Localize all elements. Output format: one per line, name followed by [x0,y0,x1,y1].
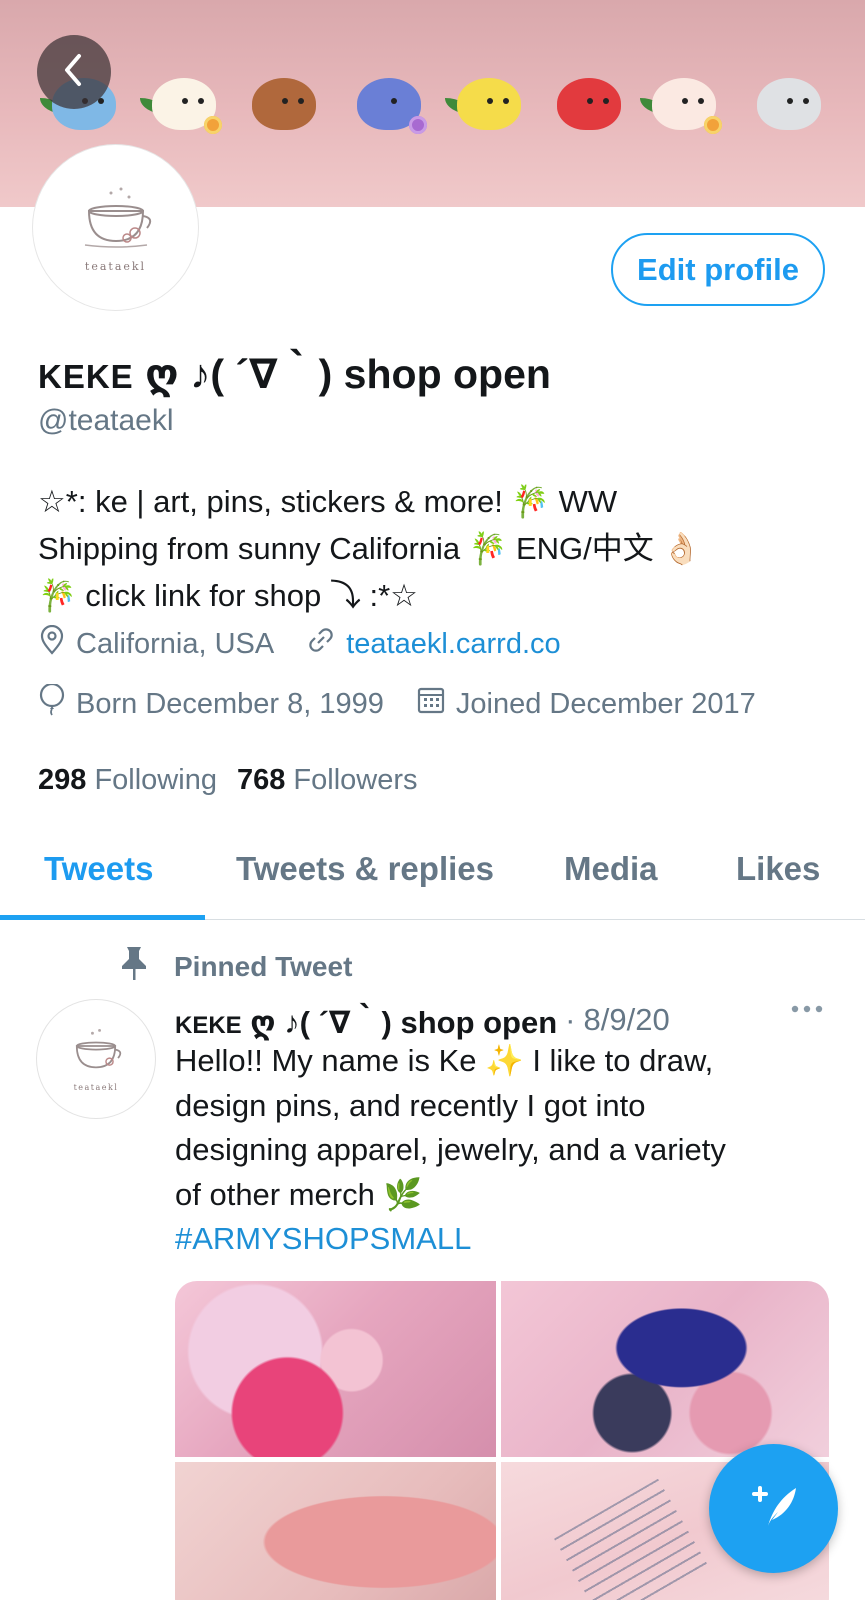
link-icon [306,625,346,663]
following-count: 298 [38,764,87,796]
tweet-line: Hello!! My name is Ke ✨ I like to draw, [175,1043,714,1078]
followers-label: Followers [293,764,418,796]
following-label: Following [94,764,217,796]
tweet-line: designing apparel, jewelry, and a variet… [175,1132,726,1167]
calendar-icon [416,685,456,723]
location-text: California, USA [76,627,275,660]
tweet-line: of other merch 🌿 [175,1176,423,1212]
location-pin-icon [38,624,76,663]
edit-profile-button[interactable]: Edit profile [611,233,825,306]
tweet-body: Hello!! My name is Ke ✨ I like to draw, … [175,1039,835,1262]
chevron-left-icon [59,52,89,93]
display-name-rest: ღ ♪( ´∇｀) shop open [133,351,551,397]
tweet-author-name[interactable]: KEKE ღ ♪( ´∇｀) shop open [175,997,557,1042]
media-photo-enamel-pin[interactable] [501,1281,829,1457]
more-horizontal-icon [790,1002,824,1019]
joined-text: Joined December 2017 [455,687,756,720]
follow-counts: 298 Following 768 Followers [38,764,418,797]
compose-tweet-button[interactable] [709,1444,838,1573]
teacup-logo-icon [71,183,161,258]
profile-bio: ☆*: ke | art, pins, stickers & more! 🎋 W… [38,478,838,619]
tweet-line: design pins, and recently I got into [175,1087,646,1123]
tweet-author-avatar[interactable]: teataekl [37,1000,155,1118]
tab-likes[interactable]: Likes [736,850,820,888]
compose-tweet-icon [742,1474,806,1543]
tweet-header: KEKE ღ ♪( ´∇｀) shop open · 8/9/20 [175,997,670,1042]
tab-tweets[interactable]: Tweets [44,850,153,888]
profile-handle: @teataekl [38,404,174,437]
bio-line: Shipping from sunny California 🎋 ENG/中文 … [38,531,701,566]
followers-link[interactable]: 768 Followers [237,764,418,796]
following-link[interactable]: 298 Following [38,764,217,796]
balloon-icon [38,682,76,724]
profile-meta-dates-row: Born December 8, 1999 Joined December 20… [38,682,788,724]
birthday-text: Born December 8, 1999 [76,687,384,720]
media-photo-beret[interactable] [175,1462,496,1600]
media-photo-pins[interactable] [175,1281,496,1457]
pinned-tweet-label: Pinned Tweet [118,945,352,988]
tweet-author-prefix: KEKE [175,1012,242,1039]
website-link[interactable]: teataekl.carrd.co [346,628,560,661]
profile-website[interactable]: teataekl.carrd.co [306,625,561,663]
profile-avatar[interactable]: teataekl [33,145,198,310]
tab-tweets-and-replies[interactable]: Tweets & replies [236,850,494,888]
teacup-logo-icon [64,1026,128,1081]
tweet-hashtag[interactable]: #ARMYSHOPSMALL [175,1217,835,1262]
avatar-logo-text: teataekl [73,1083,119,1092]
profile-meta-location-row: California, USA teataekl.carrd.co [38,624,593,663]
tweet-more-button[interactable] [790,1002,824,1020]
followers-count: 768 [236,764,286,796]
bio-line: 🎋 click link for shop ⤵ :*☆ [38,578,418,613]
display-name-prefix: KEKE [38,358,134,395]
profile-tabs: Tweets Tweets & replies Media Likes [0,820,865,920]
tweet-date[interactable]: 8/9/20 [584,1002,670,1038]
tab-media[interactable]: Media [564,850,658,888]
pushpin-icon [118,945,174,988]
back-button[interactable] [37,35,111,109]
banner-pin-artwork [0,68,865,158]
profile-joined: Joined December 2017 [416,685,756,723]
profile-display-name: KEKE ღ ♪( ´∇｀) shop open [38,340,551,400]
bio-line: ☆*: ke | art, pins, stickers & more! 🎋 W… [38,484,618,519]
active-tab-indicator [0,915,205,920]
profile-birthday: Born December 8, 1999 [38,682,384,724]
pinned-tweet-text: Pinned Tweet [174,950,353,982]
tweet-author-rest: ღ ♪( ´∇｀) shop open [241,1005,558,1040]
tweet-separator: · [565,1001,576,1037]
avatar-logo-text: teataekl [84,259,147,273]
profile-location: California, USA [38,624,275,663]
